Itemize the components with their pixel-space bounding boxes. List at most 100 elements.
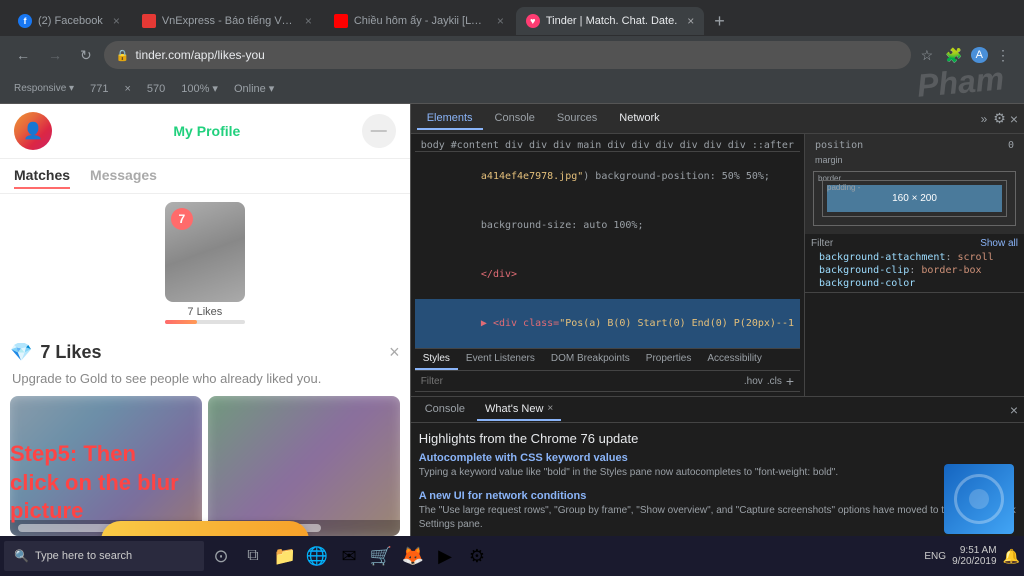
css-filter-section: Filter Show all background-attachment: s… <box>805 234 1024 293</box>
position-value: 0 <box>1008 140 1014 151</box>
notification-icon[interactable]: 🔔 <box>1003 548 1020 565</box>
taskbar-icon-chrome[interactable]: 🌐 <box>302 541 332 571</box>
tinder-menu-icon[interactable]: — <box>362 114 396 148</box>
tab-bar: f (2) Facebook × VnExpress - Báo tiếng V… <box>0 0 1024 36</box>
url-text: tinder.com/app/likes-you <box>135 48 264 62</box>
step-overlay: Step5: Thenclick on the blurpicture <box>10 440 179 526</box>
lock-icon: 🔒 <box>116 49 130 62</box>
whats-new-item-2: A new UI for network conditions The "Use… <box>419 490 1016 532</box>
forward-button[interactable]: → <box>42 45 68 65</box>
taskbar: 🔍 Type here to search ⊙ ⧉ 📁 🌐 ✉ 🛒 🦊 ▶ ⚙ … <box>0 536 1024 576</box>
tab-facebook[interactable]: f (2) Facebook × <box>8 7 130 35</box>
step-text: Step5: Thenclick on the blurpicture <box>10 440 179 526</box>
taskbar-icon-mail[interactable]: ✉ <box>334 541 364 571</box>
online-select[interactable]: Online ▾ <box>230 80 278 97</box>
likes-header: 💎 7 Likes × <box>10 342 400 363</box>
devtools-settings-icon[interactable]: ⚙ <box>993 110 1006 127</box>
lang-label: ENG <box>924 551 946 562</box>
taskbar-icon-explorer[interactable]: 📁 <box>270 541 300 571</box>
bookmark-icon[interactable]: ☆ <box>917 45 938 66</box>
devtools-body: body #content div div div main div div d… <box>411 134 1024 396</box>
zoom-select[interactable]: 100% ▾ <box>177 80 222 97</box>
likes-close-icon[interactable]: × <box>389 342 400 363</box>
show-all-button[interactable]: Show all <box>980 238 1018 249</box>
new-tab-button[interactable]: + <box>706 11 733 32</box>
main-content: 👤 My Profile — Matches Messages <box>0 104 1024 576</box>
taskbar-icon-firefox[interactable]: 🦊 <box>398 541 428 571</box>
css-filter-input[interactable] <box>421 376 740 387</box>
extensions-icon[interactable]: 🧩 <box>941 45 966 66</box>
tinder-header: 👤 My Profile — <box>0 104 410 159</box>
devtools-bottom-close-btn[interactable]: × <box>1010 402 1018 418</box>
styles-panel: position 0 margin border padding - 160 ×… <box>804 134 1024 396</box>
css-filter-bar: .hov .cls + <box>415 371 800 392</box>
taskbar-icon-settings[interactable]: ⚙ <box>462 541 492 571</box>
taskbar-icon-appstore[interactable]: 🛒 <box>366 541 396 571</box>
match-count-badge: 7 <box>171 208 193 230</box>
taskbar-sys-area: ENG 9:51 AM 9/20/2019 🔔 <box>924 545 1020 567</box>
photo-card-2[interactable] <box>208 396 400 536</box>
dom-line-4: ▶ <div class="Pos(a) B(0) Start(0) End(0… <box>415 299 800 348</box>
devtools-tab-elements[interactable]: Elements <box>417 108 483 130</box>
back-button[interactable]: ← <box>10 45 36 65</box>
taskbar-icon-multitask[interactable]: ⧉ <box>238 541 268 571</box>
devtools-panel: Elements Console Sources Network » ⚙ × P… <box>410 104 1024 576</box>
position-label: position <box>815 140 863 151</box>
tab-matches[interactable]: Matches <box>14 167 70 189</box>
box-model-section: position 0 margin border padding - 160 ×… <box>805 134 1024 234</box>
devtools-tab-network[interactable]: Network <box>609 108 669 130</box>
devtools-header: Elements Console Sources Network » ⚙ × <box>411 104 1024 134</box>
reload-button[interactable]: ↻ <box>74 45 98 66</box>
filter-item-1: background-attachment: scroll <box>811 251 1018 264</box>
match-progress-bar <box>165 320 245 324</box>
whats-new-item-1: Autocomplete with CSS keyword values Typ… <box>419 452 1016 480</box>
address-bar[interactable]: 🔒 tinder.com/app/likes-you <box>104 41 911 69</box>
styles-tab-accessibility[interactable]: Accessibility <box>699 349 769 370</box>
tinder-tabs: Matches Messages <box>0 159 410 194</box>
taskbar-time-date: 9:51 AM 9/20/2019 <box>952 545 997 567</box>
match-label: 7 Likes <box>187 306 222 318</box>
styles-tab-computed[interactable]: Event Listeners <box>458 349 543 370</box>
devtools-tab-sources[interactable]: Sources <box>547 108 607 130</box>
bottom-tab-console[interactable]: Console <box>417 399 473 421</box>
taskbar-search-box[interactable]: 🔍 Type here to search <box>4 541 204 571</box>
taskbar-icon-cortana[interactable]: ⊙ <box>206 541 236 571</box>
tab-youtube[interactable]: Chiều hôm ấy - Jaykii [Lyric... × <box>324 7 514 35</box>
dom-line-1: a414ef4e7978.jpg") background-position: … <box>415 152 800 201</box>
breadcrumb: body #content div div div main div div d… <box>415 138 800 152</box>
devtools-bottom-tabs: Console What's New × × <box>411 397 1024 423</box>
devtools-tab-console[interactable]: Console <box>485 108 545 130</box>
dom-panel: body #content div div div main div div d… <box>411 134 804 396</box>
styles-secondary-tabs: Styles Event Listeners DOM Breakpoints P… <box>415 348 800 371</box>
likes-heart-icon: 💎 <box>10 342 32 363</box>
browser-window: f (2) Facebook × VnExpress - Báo tiếng V… <box>0 0 1024 104</box>
menu-icon[interactable]: ⋮ <box>992 45 1014 66</box>
taskbar-icon-media[interactable]: ▶ <box>430 541 460 571</box>
styles-tab-properties[interactable]: Properties <box>638 349 700 370</box>
devtools-more-icon[interactable]: » <box>975 112 994 126</box>
devtools-close-icon[interactable]: × <box>1010 111 1018 127</box>
upgrade-text: Upgrade to Gold to see people who alread… <box>10 371 400 386</box>
profile-avatar[interactable]: 👤 <box>14 112 52 150</box>
my-profile-label: My Profile <box>52 123 362 139</box>
taskbar-search-text: Type here to search <box>35 550 132 562</box>
tinder-panel: 👤 My Profile — Matches Messages <box>0 104 410 576</box>
search-icon: 🔍 <box>14 549 29 563</box>
height-value: 570 <box>143 81 169 97</box>
devtools-toolbar: Responsive ▾ 771 × 570 100% ▾ Online ▾ <box>0 74 1024 104</box>
matches-area: 7 7 Likes <box>0 194 410 332</box>
filter-section-label: Filter <box>811 238 833 249</box>
tab-vnexpress[interactable]: VnExpress - Báo tiếng Việt nhiề... × <box>132 7 322 35</box>
tab-messages[interactable]: Messages <box>90 167 157 189</box>
dom-line-2: background-size: auto 100%; <box>415 201 800 250</box>
tab-tinder[interactable]: ♥ Tinder | Match. Chat. Date. × <box>516 7 704 35</box>
styles-tab-dom[interactable]: DOM Breakpoints <box>543 349 638 370</box>
responsive-label: Responsive ▾ <box>10 81 78 96</box>
dom-line-3: </div> <box>415 250 800 299</box>
bottom-tab-whats-new[interactable]: What's New × <box>477 399 561 421</box>
styles-tab-styles[interactable]: Styles <box>415 349 458 370</box>
account-icon[interactable]: A <box>971 47 988 63</box>
match-item[interactable]: 7 7 Likes <box>8 202 402 324</box>
whats-new-title: Highlights from the Chrome 76 update <box>419 431 1016 446</box>
width-value: 771 <box>86 81 112 97</box>
